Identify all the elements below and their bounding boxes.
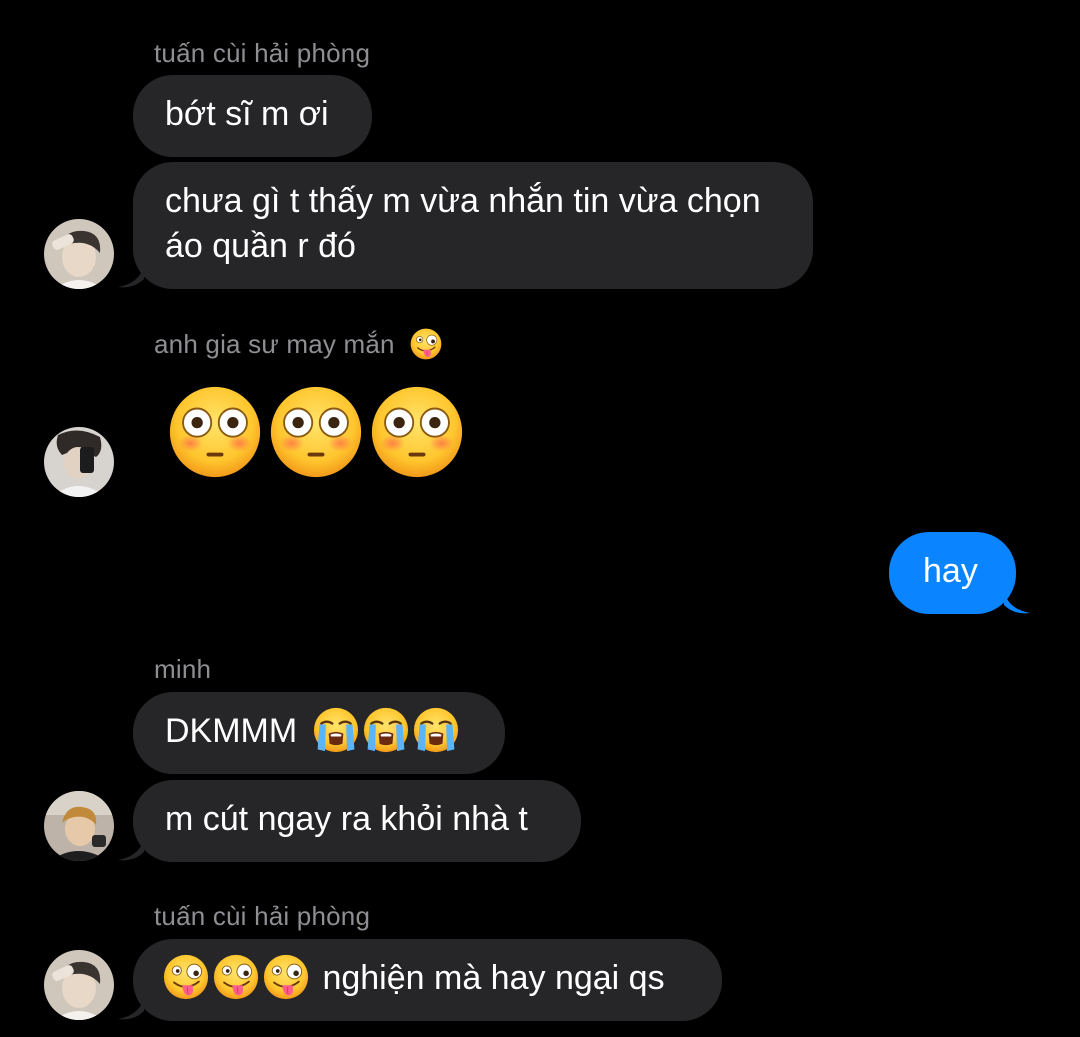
bubble-tail	[1004, 591, 1030, 614]
loudly-crying-face-icon	[363, 707, 409, 753]
outgoing-message-bubble[interactable]: hay	[889, 532, 1016, 614]
message-bubble[interactable]: nghiện mà hay ngại qs	[133, 939, 722, 1021]
sender-name-row: anh gia sư may mắn	[154, 329, 442, 362]
loudly-crying-face-icon	[313, 707, 359, 753]
message-text: nghiện mà hay ngại qs	[322, 959, 665, 997]
sender-name: tuấn cùi hải phòng	[154, 901, 371, 931]
avatar[interactable]	[44, 950, 114, 1020]
message-bubble[interactable]: DKMMM	[133, 692, 505, 774]
avatar[interactable]	[44, 791, 114, 861]
sender-name: anh gia sư may mắn	[154, 329, 395, 359]
message-text: m cút ngay ra khỏi nhà t	[165, 800, 528, 838]
sender-name: minh	[154, 654, 212, 684]
profile-photo-icon	[44, 950, 114, 1020]
message-bubble[interactable]: m cút ngay ra khỏi nhà t	[133, 780, 581, 862]
bubble-tail	[118, 265, 144, 288]
zany-face-icon	[213, 954, 259, 1000]
avatar[interactable]	[44, 219, 114, 289]
zany-face-icon	[263, 954, 309, 1000]
profile-photo-icon	[44, 791, 114, 861]
message-bubble[interactable]: chưa gì t thấy m vừa nhắn tin vừa chọn á…	[133, 162, 813, 289]
flushed-face-icon	[269, 385, 363, 479]
message-text: bớt sĩ m ơi	[165, 95, 329, 133]
bubble-tail	[118, 997, 144, 1020]
zany-face-icon	[163, 954, 209, 1000]
bubble-tail	[118, 838, 144, 861]
message-text: DKMMM	[165, 712, 298, 750]
loudly-crying-face-icon	[413, 707, 459, 753]
sender-name: tuấn cùi hải phòng	[154, 38, 371, 68]
message-text: hay	[923, 552, 978, 590]
profile-photo-icon	[44, 219, 114, 289]
flushed-face-icon	[168, 385, 262, 479]
message-text: chưa gì t thấy m vừa nhắn tin vừa chọn á…	[165, 182, 761, 265]
flushed-face-icon	[370, 385, 464, 479]
avatar[interactable]	[44, 427, 114, 497]
zany-face-icon	[410, 328, 442, 360]
message-bubble[interactable]: bớt sĩ m ơi	[133, 75, 372, 157]
profile-photo-icon	[44, 427, 114, 497]
